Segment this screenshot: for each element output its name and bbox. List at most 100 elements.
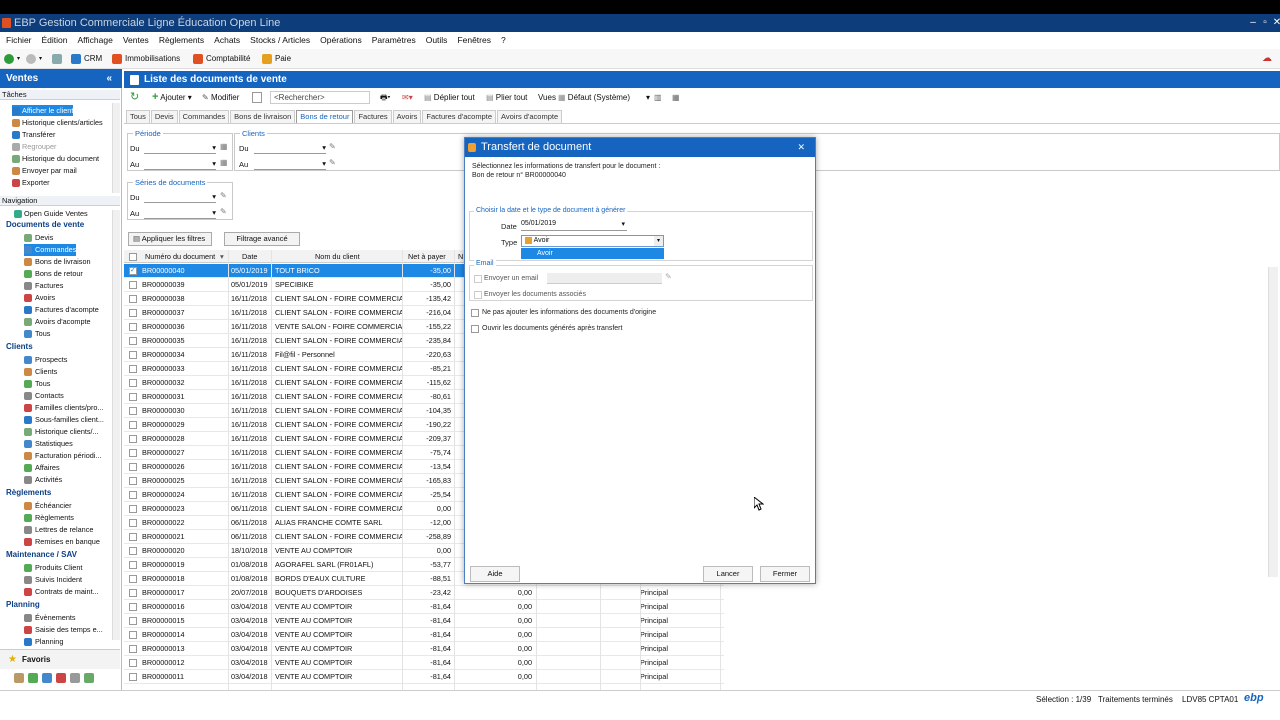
edit-icon[interactable]: ✎: [665, 272, 672, 281]
nav-item[interactable]: Devis: [24, 232, 53, 244]
menu-item[interactable]: Affichage: [78, 35, 113, 45]
row-checkbox[interactable]: [129, 309, 137, 317]
lancer-button[interactable]: Lancer: [703, 566, 753, 582]
nav-item[interactable]: Remises en banque: [24, 536, 100, 548]
row-checkbox[interactable]: [129, 519, 137, 527]
tab[interactable]: Factures d'acompte: [422, 110, 496, 123]
favoris-bar[interactable]: ★ Favoris: [0, 649, 120, 669]
col-n[interactable]: N: [458, 250, 463, 263]
row-checkbox[interactable]: [129, 533, 137, 541]
menu-item[interactable]: Fenêtres: [457, 35, 491, 45]
columns-icon[interactable]: ▥: [654, 89, 662, 106]
periode-au-field[interactable]: ▾: [144, 159, 216, 170]
aide-button[interactable]: Aide: [470, 566, 520, 582]
nav-item[interactable]: Bons de livraison: [24, 256, 91, 268]
tab[interactable]: Commandes: [178, 110, 230, 123]
row-checkbox[interactable]: [129, 407, 137, 415]
immobilisations-button[interactable]: Immobilisations: [112, 49, 180, 69]
tab[interactable]: Avoirs: [392, 110, 422, 123]
nav-group-title[interactable]: Planning: [6, 600, 40, 609]
tab[interactable]: Devis: [150, 110, 178, 123]
row-checkbox[interactable]: [129, 491, 137, 499]
send-assoc-checkbox[interactable]: [474, 291, 482, 299]
ajouter-button[interactable]: + Ajouter ▾: [152, 89, 192, 106]
nav-item[interactable]: Commandes: [24, 244, 77, 256]
dialog-close-icon[interactable]: ✕: [797, 138, 805, 157]
nav-group-title[interactable]: Maintenance / SAV: [6, 550, 77, 559]
nav-item[interactable]: Familles clients/pro...: [24, 402, 104, 414]
col-date[interactable]: Date: [242, 250, 257, 263]
nav-item[interactable]: Produits Client: [24, 562, 82, 574]
edit-icon[interactable]: ✎: [329, 158, 336, 167]
deplier-button[interactable]: ▤ Déplier tout: [424, 89, 475, 106]
nav-item[interactable]: Planning: [24, 636, 63, 648]
row-checkbox[interactable]: [129, 477, 137, 485]
nav-item[interactable]: Activités: [24, 474, 62, 486]
row-checkbox[interactable]: [129, 631, 137, 639]
task-1[interactable]: Afficher le client: [12, 105, 74, 116]
nav-item[interactable]: Contacts: [24, 390, 64, 402]
modifier-button[interactable]: ✎ Modifier: [202, 89, 239, 106]
tool-icon[interactable]: [84, 673, 94, 683]
tool-icon[interactable]: [70, 673, 80, 683]
nav-group-title[interactable]: Documents de vente: [6, 220, 84, 229]
search-input[interactable]: <Rechercher>: [270, 91, 370, 104]
row-checkbox[interactable]: [129, 351, 137, 359]
nav-group-title[interactable]: Clients: [6, 342, 33, 351]
grid-icon[interactable]: ▦: [672, 89, 680, 106]
nav-item[interactable]: Avoirs: [24, 292, 55, 304]
row-checkbox[interactable]: [129, 295, 137, 303]
row-checkbox[interactable]: [129, 323, 137, 331]
nav-item[interactable]: Règlements: [24, 512, 74, 524]
copy-icon[interactable]: [252, 92, 262, 103]
menu-item[interactable]: Opérations: [320, 35, 362, 45]
menu-item[interactable]: Fichier: [6, 35, 32, 45]
nav-item[interactable]: Affaires: [24, 462, 60, 474]
series-du-field[interactable]: ▾: [144, 192, 216, 203]
row-checkbox[interactable]: [129, 379, 137, 387]
col-num[interactable]: Numéro du document: [145, 250, 215, 263]
email-select[interactable]: [547, 273, 662, 284]
tool-icon[interactable]: [56, 673, 66, 683]
row-checkbox[interactable]: [129, 659, 137, 667]
row-checkbox[interactable]: [129, 365, 137, 373]
nav-item[interactable]: Statistiques: [24, 438, 73, 450]
row-checkbox[interactable]: [129, 617, 137, 625]
print-icon[interactable]: 🖶▾: [380, 89, 391, 106]
comptabilite-button[interactable]: Comptabilité: [193, 49, 250, 69]
nav-item[interactable]: Tous: [24, 328, 50, 340]
nav-item[interactable]: Lettres de relance: [24, 524, 93, 536]
type-option-avoir[interactable]: Avoir: [521, 248, 664, 259]
row-checkbox[interactable]: [129, 575, 137, 583]
nav-item[interactable]: Évènements: [24, 612, 76, 624]
task-6[interactable]: Envoyer par mail: [12, 165, 77, 176]
table-row[interactable]: BR00000013 03/04/2018 VENTE AU COMPTOIR -81…: [124, 642, 724, 656]
open-guide-link[interactable]: Open Guide Ventes: [14, 208, 88, 219]
type-select[interactable]: Avoir ▾: [521, 235, 664, 247]
row-checkbox[interactable]: [129, 421, 137, 429]
row-checkbox[interactable]: [129, 547, 137, 555]
nav-item[interactable]: Prospects: [24, 354, 67, 366]
clients-du-field[interactable]: ▾: [254, 143, 326, 154]
nav-item[interactable]: Historique clients/...: [24, 426, 99, 438]
nav-item[interactable]: Saisie des temps e...: [24, 624, 103, 636]
table-row[interactable]: BR00000012 03/04/2018 VENTE AU COMPTOIR -81…: [124, 656, 724, 670]
nav-item[interactable]: Sous-familles client...: [24, 414, 104, 426]
nav-item[interactable]: Suivis Incident: [24, 574, 82, 586]
clients-au-field[interactable]: ▾: [254, 159, 326, 170]
nav-item[interactable]: Échéancier: [24, 500, 72, 512]
menu-item[interactable]: Outils: [426, 35, 448, 45]
menu-item[interactable]: Paramètres: [372, 35, 416, 45]
nav-item[interactable]: Clients: [24, 366, 57, 378]
periode-du-field[interactable]: ▾: [144, 143, 216, 154]
task-3[interactable]: Transférer: [12, 129, 55, 140]
col-net[interactable]: Net à payer: [408, 250, 446, 263]
task-2[interactable]: Historique clients/articles: [12, 117, 103, 128]
row-checkbox[interactable]: [129, 603, 137, 611]
plier-button[interactable]: ▤ Plier tout: [486, 89, 527, 106]
tasks-scrollbar[interactable]: [112, 103, 120, 193]
nav-item[interactable]: Contrats de maint...: [24, 586, 99, 598]
nav-group-title[interactable]: Règlements: [6, 488, 51, 497]
calendar-icon[interactable]: ▦: [220, 142, 228, 151]
row-checkbox[interactable]: [129, 435, 137, 443]
